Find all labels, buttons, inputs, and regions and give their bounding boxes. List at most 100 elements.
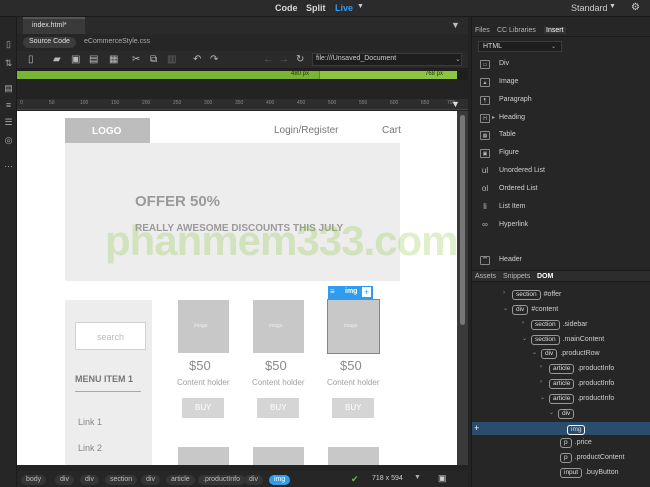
expand-arrow-icon[interactable]: › xyxy=(522,320,524,326)
product-image[interactable]: image xyxy=(253,300,304,353)
code-view-button[interactable]: Code xyxy=(275,3,298,13)
sidebar[interactable]: search MENU ITEM 1 Link 1 Link 2 xyxy=(65,300,152,465)
link-2[interactable]: Link 2 xyxy=(78,443,102,453)
undo-icon[interactable]: ↶ xyxy=(193,54,201,65)
preview-icon[interactable]: ▣ xyxy=(438,473,447,484)
cut-icon[interactable]: ✂ xyxy=(132,54,140,65)
workspace-chevron-icon[interactable]: ▼ xyxy=(609,3,616,10)
collapse-arrow-icon[interactable]: ⌄ xyxy=(540,394,545,401)
open-folder-icon[interactable]: ▰ xyxy=(53,54,61,65)
live-view-canvas[interactable]: LOGO Login/Register Cart OFFER 50% REALL… xyxy=(17,111,457,465)
mq-bar-480[interactable] xyxy=(17,71,320,79)
login-register-link[interactable]: Login/Register xyxy=(274,125,338,136)
window-size-chevron-icon[interactable]: ▼ xyxy=(414,474,421,481)
dom-node[interactable]: p .productContent xyxy=(560,453,624,464)
redo-icon[interactable]: ↷ xyxy=(210,54,218,65)
logo-box[interactable]: LOGO xyxy=(65,118,150,144)
split-view-button[interactable]: Split xyxy=(306,3,326,13)
tab-cc-libraries[interactable]: CC Libraries xyxy=(497,27,536,34)
dom-node[interactable]: › section #offer xyxy=(503,290,561,301)
buy-button[interactable]: BUY xyxy=(332,398,374,418)
cart-link[interactable]: Cart xyxy=(382,125,401,136)
product-image[interactable] xyxy=(253,447,304,465)
add-class-button[interactable]: + xyxy=(362,287,371,297)
save-all-icon[interactable]: ▤ xyxy=(89,54,98,65)
breadcrumb-div[interactable]: div xyxy=(244,475,263,485)
breadcrumb-div[interactable]: div xyxy=(141,475,160,485)
filter-icon[interactable]: ▼ xyxy=(451,20,460,30)
url-chevron-icon[interactable]: ⌄ xyxy=(455,55,461,63)
refresh-icon[interactable]: ↻ xyxy=(296,54,304,65)
live-view-button[interactable]: Live xyxy=(335,3,353,13)
breadcrumb-div[interactable]: div xyxy=(55,475,74,485)
file-icon[interactable]: ▯ xyxy=(3,40,14,49)
back-arrow-icon[interactable]: ← xyxy=(263,54,273,65)
tab-insert[interactable]: Insert xyxy=(544,27,566,34)
tab-files[interactable]: Files xyxy=(475,27,490,34)
breadcrumb-div[interactable]: div xyxy=(80,475,99,485)
tab-snippets[interactable]: Snippets xyxy=(503,273,530,280)
dom-node[interactable]: input .buyButton xyxy=(560,468,619,479)
breadcrumb-img[interactable]: img xyxy=(269,475,291,485)
tab-assets[interactable]: Assets xyxy=(475,273,496,280)
media-query-bar[interactable]: 480 px 768 px xyxy=(17,70,468,80)
menu-item-1[interactable]: MENU ITEM 1 xyxy=(75,374,133,384)
dom-node[interactable]: ⌄ div xyxy=(549,409,577,420)
chevron-down-icon[interactable]: ▼ xyxy=(357,3,364,10)
dom-node[interactable]: ⌄ div .productRow xyxy=(532,349,600,360)
gear-icon[interactable]: ⚙ xyxy=(631,2,640,13)
buy-button[interactable]: BUY xyxy=(182,398,224,418)
link-1[interactable]: Link 1 xyxy=(78,417,102,427)
dom-node[interactable]: ⌄ div #content xyxy=(503,305,558,316)
paste-icon[interactable]: ▥ xyxy=(167,54,176,65)
resize-handle-icon[interactable]: ▼ xyxy=(451,100,460,109)
collapse-arrow-icon[interactable]: ⌄ xyxy=(532,349,537,356)
search-input[interactable]: search xyxy=(75,322,146,350)
live-inspect-icon[interactable]: ◎ xyxy=(3,136,14,145)
breadcrumb-section[interactable]: section xyxy=(105,475,138,485)
forward-arrow-icon[interactable]: → xyxy=(279,54,289,65)
collapse-arrow-icon[interactable]: ⌄ xyxy=(549,409,554,416)
source-code-tab[interactable]: Source Code xyxy=(23,37,76,48)
new-file-icon[interactable]: ▯ xyxy=(28,54,34,65)
product-image[interactable] xyxy=(178,447,229,465)
indent-icon[interactable]: ≡ xyxy=(3,101,14,110)
add-element-icon[interactable]: + xyxy=(474,423,479,433)
product-image[interactable]: image xyxy=(178,300,229,353)
element-display-chip[interactable]: ≡ img + xyxy=(328,286,373,299)
save-icon[interactable]: ▣ xyxy=(71,54,80,65)
selected-dom-row[interactable]: + img xyxy=(472,422,650,435)
print-icon[interactable]: ▦ xyxy=(109,54,118,65)
window-size[interactable]: 718 x 594 xyxy=(372,475,403,482)
dom-node[interactable]: › section .sidebar xyxy=(522,320,588,331)
vertical-scrollbar[interactable] xyxy=(457,111,468,465)
expand-arrow-icon[interactable]: › xyxy=(540,364,542,370)
expand-arrow-icon[interactable]: › xyxy=(540,379,542,385)
buy-button[interactable]: BUY xyxy=(257,398,299,418)
product-image[interactable] xyxy=(328,447,379,465)
tab-dom[interactable]: DOM xyxy=(537,273,553,280)
workspace-switcher[interactable]: Standard xyxy=(571,3,608,13)
breadcrumb-productinfo[interactable]: .productInfo xyxy=(198,475,245,485)
copy-icon[interactable]: ⧉ xyxy=(150,54,157,65)
selected-product-image[interactable]: image xyxy=(327,299,380,354)
breadcrumb-article[interactable]: article xyxy=(166,475,195,485)
expand-arrow-icon[interactable]: ▸ xyxy=(492,114,495,121)
expand-arrow-icon[interactable]: › xyxy=(503,290,505,296)
format-source-icon[interactable]: ☰ xyxy=(3,118,14,127)
dom-node[interactable]: › article .productInfo xyxy=(540,364,614,375)
file-management-icon[interactable]: ⇅ xyxy=(3,59,14,68)
related-file-css-tab[interactable]: eCommerceStyle.css xyxy=(84,38,150,45)
scrollbar-thumb[interactable] xyxy=(460,115,465,325)
dom-node[interactable]: p .price xyxy=(560,438,592,449)
dom-node[interactable]: ⌄ section .mainContent xyxy=(522,335,604,346)
dom-node[interactable]: ⌄ article .productInfo xyxy=(540,394,614,405)
hamburger-icon[interactable]: ≡ xyxy=(330,287,339,297)
document-tab[interactable]: index.html* xyxy=(23,17,85,34)
insert-category-select[interactable]: HTML ⌄ xyxy=(478,41,562,52)
collapse-arrow-icon[interactable]: ⌄ xyxy=(522,335,527,342)
code-navigator-icon[interactable]: ▤ xyxy=(3,84,14,93)
collapse-arrow-icon[interactable]: ⌄ xyxy=(503,305,508,312)
more-tools-icon[interactable]: … xyxy=(3,160,14,169)
dom-node[interactable]: › article .productInfo xyxy=(540,379,614,390)
